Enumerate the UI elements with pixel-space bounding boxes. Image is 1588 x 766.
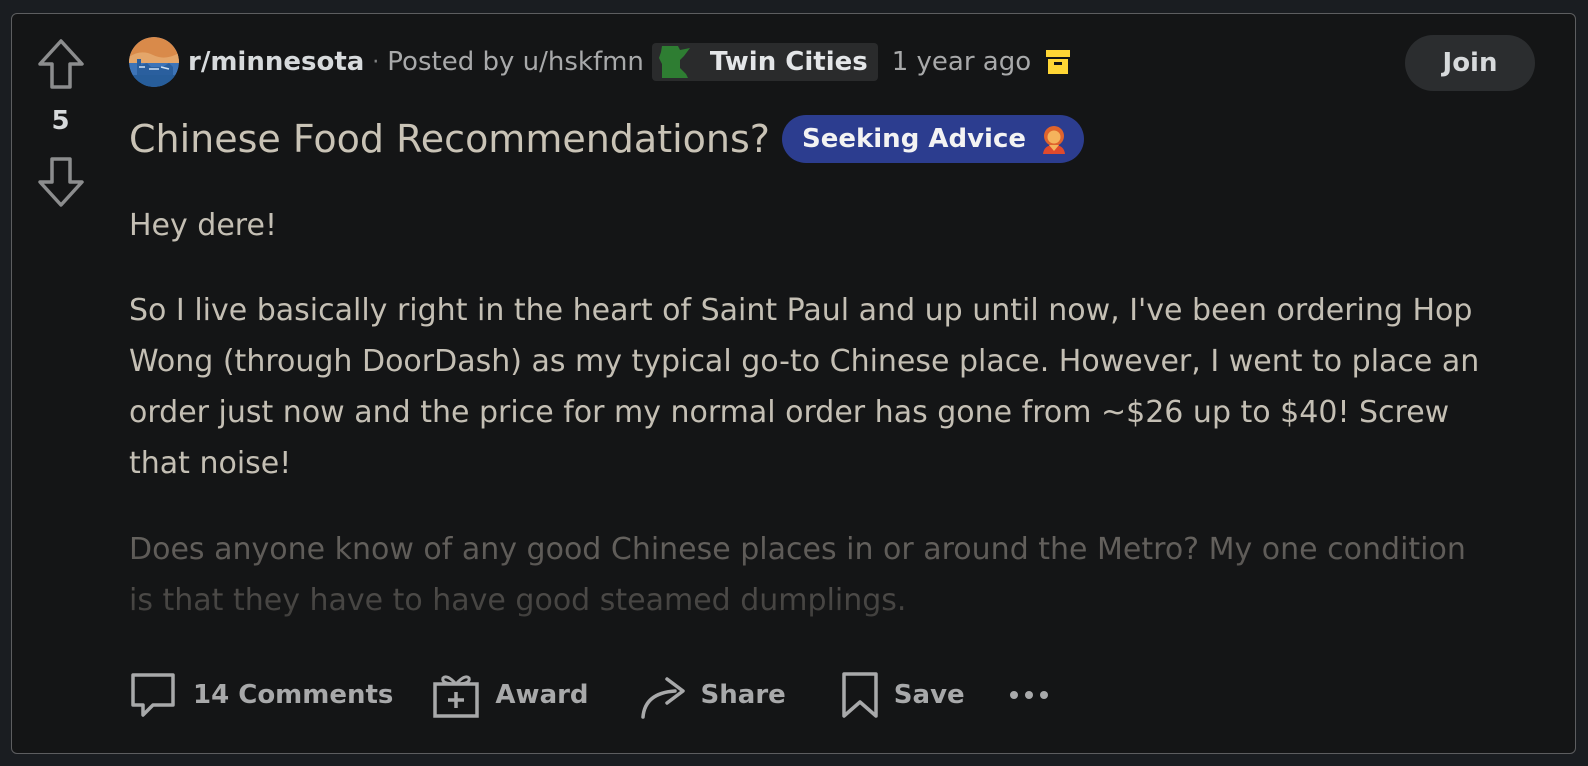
share-button[interactable]: Share	[639, 671, 786, 719]
save-label: Save	[893, 680, 965, 710]
person-emoji-icon	[1043, 126, 1065, 154]
join-button[interactable]: Join	[1405, 35, 1535, 91]
post-time[interactable]: 1 year ago	[892, 47, 1031, 77]
vote-score: 5	[51, 106, 70, 136]
more-options-button[interactable]	[1009, 675, 1049, 715]
award-button[interactable]: Award	[433, 672, 589, 718]
post-header: r/minnesota · Posted by u/hskfmn Twin Ci…	[129, 36, 1071, 88]
post-actions: 14 Comments Award Share Save	[129, 668, 1049, 722]
posted-by-label: Posted by u/hskfmn	[387, 47, 644, 77]
share-label: Share	[700, 680, 786, 710]
comments-label: 14 Comments	[193, 680, 394, 710]
body-paragraph-faded: Does anyone know of any good Chinese pla…	[129, 524, 1499, 626]
body-paragraph: So I live basically right in the heart o…	[129, 293, 1480, 481]
subreddit-avatar[interactable]	[129, 37, 179, 87]
post-card[interactable]: 5 r/minnesota · Posted by u/hskfmn Twin …	[11, 13, 1576, 754]
comments-button[interactable]: 14 Comments	[129, 671, 393, 719]
minnesota-state-icon	[658, 46, 690, 78]
user-flair-text: Twin Cities	[709, 47, 868, 77]
bookmark-icon	[842, 672, 878, 718]
save-button[interactable]: Save	[840, 671, 965, 719]
ellipsis-icon	[1009, 691, 1048, 699]
vote-column: 5	[12, 14, 109, 224]
post-flair[interactable]: Seeking Advice	[781, 115, 1084, 163]
body-paragraph: Hey dere!	[129, 208, 277, 243]
post-flair-text: Seeking Advice	[801, 124, 1026, 154]
posted-by-prefix: Posted by	[387, 47, 515, 77]
share-arrow-icon	[640, 677, 685, 719]
arrow-down-icon[interactable]	[36, 156, 86, 208]
title-row: Chinese Food Recommendations? Seeking Ad…	[129, 115, 1084, 163]
award-label: Award	[495, 680, 589, 710]
gift-icon	[433, 675, 480, 718]
arrow-up-icon[interactable]	[36, 38, 86, 90]
subreddit-name[interactable]: r/minnesota	[188, 47, 364, 77]
speech-bubble-icon	[131, 673, 175, 717]
archive-icon	[1046, 50, 1071, 74]
post-body: Hey dere! So I live basically right in t…	[129, 200, 1499, 626]
user-flair: Twin Cities	[651, 43, 878, 81]
post-title[interactable]: Chinese Food Recommendations?	[129, 117, 770, 161]
author-link[interactable]: u/hskfmn	[523, 47, 644, 77]
separator-dot: ·	[372, 49, 380, 75]
